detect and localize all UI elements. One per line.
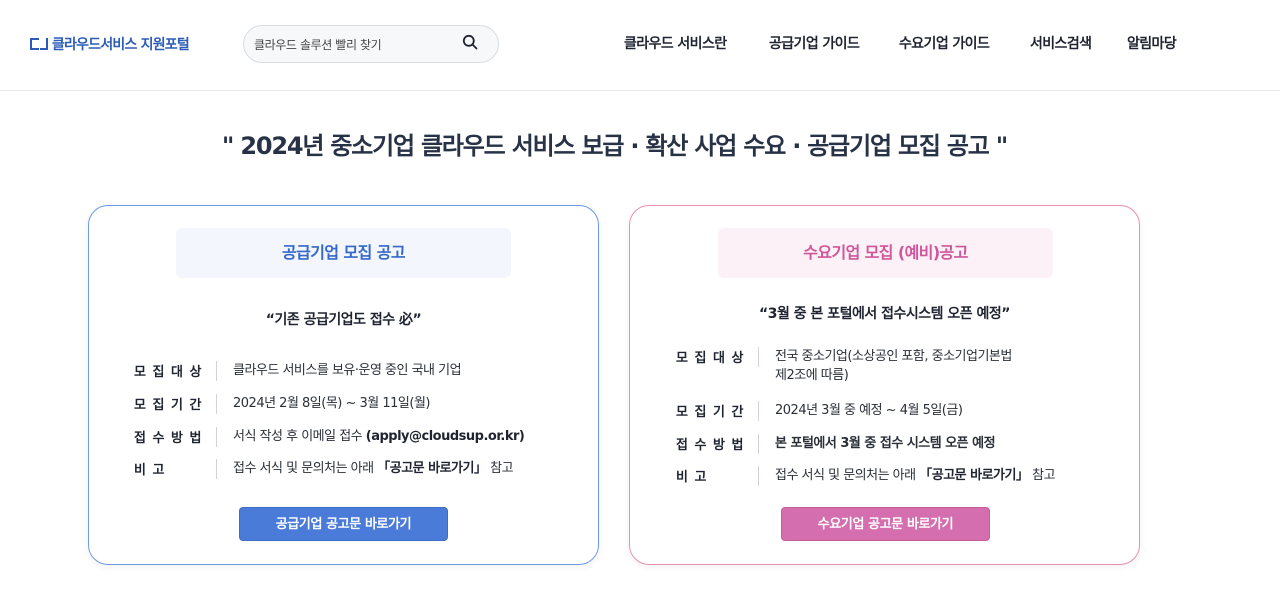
supply-card-quote: “기존 공급기업도 접수 必” bbox=[265, 312, 422, 328]
apply-email[interactable]: (apply@cloudsup.or.kr) bbox=[366, 429, 525, 444]
divider bbox=[216, 427, 217, 447]
divider bbox=[758, 401, 759, 421]
row-label: 비 고 bbox=[676, 470, 708, 485]
row-value: 서식 작성 후 이메일 접수 (apply@cloudsup.or.kr) bbox=[233, 429, 525, 444]
site-logo[interactable]: 클라우드서비스 지원포털 bbox=[30, 33, 190, 55]
nav-notice[interactable]: 알림마당 bbox=[1127, 33, 1177, 55]
row-value: 클라우드 서비스를 보유·운영 중인 국내 기업 bbox=[233, 363, 462, 378]
divider bbox=[758, 347, 759, 367]
logo-icon bbox=[30, 36, 48, 52]
nav-cloud-service[interactable]: 클라우드 서비스란 bbox=[624, 33, 727, 55]
row-label: 모 집 기 간 bbox=[134, 398, 203, 413]
demand-card-quote: “3월 중 본 포털에서 접수시스템 오픈 예정” bbox=[759, 306, 1010, 322]
divider bbox=[216, 459, 217, 479]
divider bbox=[758, 434, 759, 454]
site-header: 클라우드서비스 지원포털 클라우드 서비스란 공급기업 가이드 수요기업 가이드… bbox=[0, 0, 1280, 91]
divider bbox=[758, 466, 759, 486]
supply-card-title: 공급기업 모집 공고 bbox=[176, 228, 511, 278]
demand-card: 수요기업 모집 (예비)공고 “3월 중 본 포털에서 접수시스템 오픈 예정”… bbox=[629, 205, 1140, 565]
supply-card: 공급기업 모집 공고 “기존 공급기업도 접수 必” 모 집 대 상 클라우드 … bbox=[88, 205, 599, 565]
row-label: 비 고 bbox=[134, 463, 166, 478]
row-label: 모 집 대 상 bbox=[134, 365, 203, 380]
search-input[interactable] bbox=[254, 35, 454, 55]
nav-supplier-guide[interactable]: 공급기업 가이드 bbox=[769, 33, 860, 55]
row-label: 접 수 방 법 bbox=[134, 431, 203, 446]
row-value: 접수 서식 및 문의처는 아래 「공고문 바로가기」 참고 bbox=[775, 468, 1056, 483]
divider bbox=[216, 361, 217, 381]
nav-customer-guide[interactable]: 수요기업 가이드 bbox=[899, 33, 990, 55]
search-box[interactable] bbox=[243, 25, 499, 63]
row-value: 전국 중소기업(소상공인 포함, 중소기업기본법 제2조에 따름) bbox=[775, 349, 1012, 383]
logo-text: 클라우드서비스 지원포털 bbox=[52, 37, 190, 53]
demand-notice-button[interactable]: 수요기업 공고문 바로가기 bbox=[781, 507, 990, 541]
row-label: 모 집 기 간 bbox=[676, 405, 745, 420]
demand-card-title: 수요기업 모집 (예비)공고 bbox=[718, 228, 1053, 278]
divider bbox=[216, 394, 217, 414]
row-label: 모 집 대 상 bbox=[676, 351, 745, 366]
row-label: 접 수 방 법 bbox=[676, 438, 745, 453]
search-icon[interactable] bbox=[462, 34, 478, 50]
row-value: 접수 서식 및 문의처는 아래 「공고문 바로가기」 참고 bbox=[233, 461, 514, 476]
row-value: 2024년 2월 8일(목) ~ 3월 11일(월) bbox=[233, 396, 431, 411]
row-value: 본 포털에서 3월 중 접수 시스템 오픈 예정 bbox=[775, 436, 996, 451]
page-title: " 2024년 중소기업 클라우드 서비스 보급 · 확산 사업 수요 · 공급… bbox=[221, 132, 1008, 160]
row-value: 2024년 3월 중 예정 ~ 4월 5일(금) bbox=[775, 403, 963, 418]
nav-service-search[interactable]: 서비스검색 bbox=[1030, 33, 1092, 55]
supply-notice-button[interactable]: 공급기업 공고문 바로가기 bbox=[239, 507, 448, 541]
